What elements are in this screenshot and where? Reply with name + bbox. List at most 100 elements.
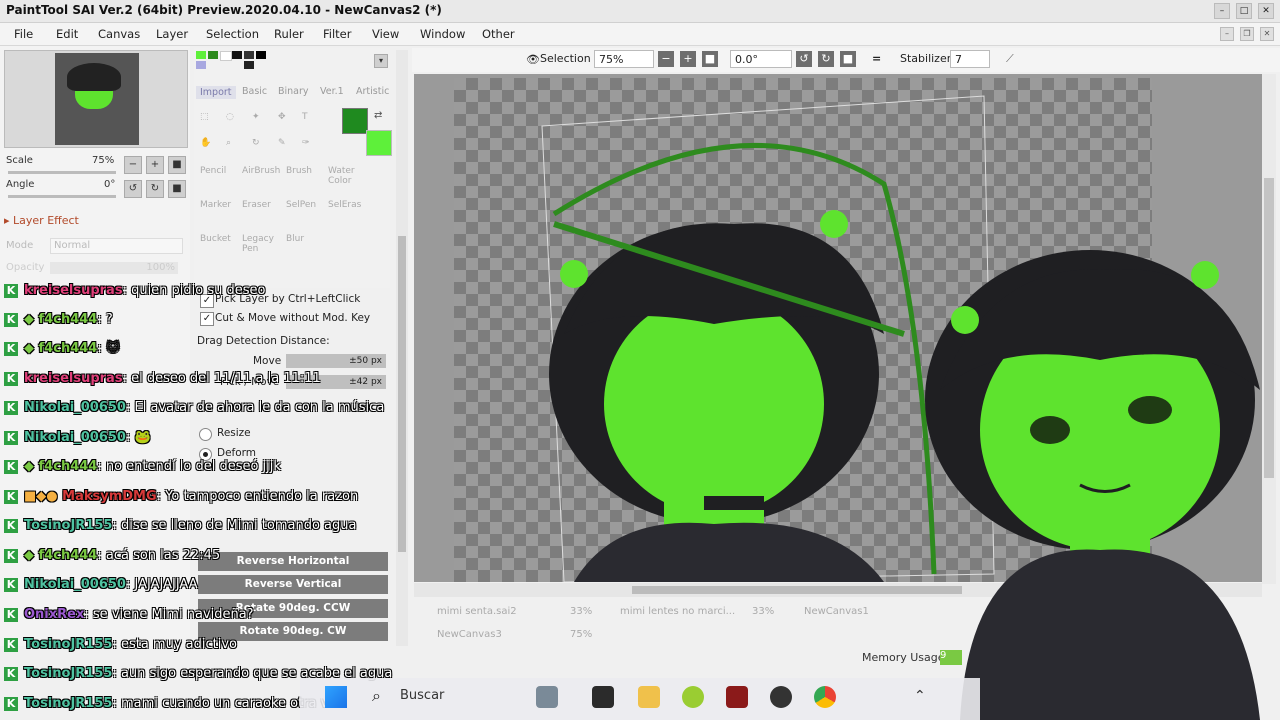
eyedropper-icon[interactable]: ✎ bbox=[278, 138, 286, 148]
taskbar-search[interactable]: Buscar bbox=[400, 688, 444, 703]
zoom-in-button[interactable]: + bbox=[146, 156, 164, 174]
menu-filter[interactable]: Filter bbox=[323, 27, 351, 41]
menu-canvas[interactable]: Canvas bbox=[98, 27, 140, 41]
text-tool-icon[interactable]: T bbox=[302, 112, 308, 122]
swatch-black-2[interactable] bbox=[256, 51, 266, 59]
pen-pressure-icon[interactable]: ⟋ bbox=[1006, 52, 1014, 66]
rotate-tool-icon[interactable]: ↻ bbox=[252, 138, 260, 148]
swatch-white[interactable] bbox=[220, 51, 232, 61]
pen-tool-icon[interactable]: ✑ bbox=[302, 138, 310, 148]
selection-eye-icon[interactable]: 👁 bbox=[526, 53, 540, 66]
swatch-dark[interactable] bbox=[244, 61, 254, 69]
canvas-minimize-icon[interactable]: – bbox=[1220, 27, 1234, 41]
zoom-tool-icon[interactable]: ⌕ bbox=[226, 138, 231, 148]
swatch-dark-green[interactable] bbox=[208, 51, 218, 59]
zoom-reset-button[interactable]: ■ bbox=[168, 156, 186, 174]
angle-slider[interactable] bbox=[8, 195, 116, 198]
rotate-left-button[interactable]: ↺ bbox=[124, 180, 142, 198]
maximize-icon[interactable]: □ bbox=[1236, 3, 1252, 19]
swatch-black[interactable] bbox=[232, 51, 242, 59]
file-tab-mimi-lentes[interactable]: mimi lentes no marci... bbox=[620, 606, 735, 617]
minimize-icon[interactable]: – bbox=[1214, 3, 1230, 19]
canvas-restore-icon[interactable]: ❐ bbox=[1240, 27, 1254, 41]
zoom-out-button[interactable]: − bbox=[124, 156, 142, 174]
app-icon[interactable] bbox=[726, 686, 748, 708]
menu-layer[interactable]: Layer bbox=[156, 27, 188, 41]
canvas-close-icon[interactable]: ✕ bbox=[1260, 27, 1274, 41]
stabilizer-select[interactable]: 7 bbox=[950, 50, 990, 68]
zoom-select[interactable]: 75% bbox=[594, 50, 654, 68]
tool-bucket[interactable]: Bucket bbox=[200, 234, 231, 244]
close-icon[interactable]: ✕ bbox=[1258, 3, 1274, 19]
menu-file[interactable]: File bbox=[14, 27, 33, 41]
magic-wand-icon[interactable]: ✦ bbox=[252, 112, 260, 122]
tab-basic[interactable]: Basic bbox=[242, 86, 267, 97]
rotate-right-button[interactable]: ↻ bbox=[146, 180, 164, 198]
tray-chevron-icon[interactable]: ⌃ bbox=[914, 688, 926, 704]
thumbnail-hair bbox=[67, 63, 121, 91]
toolbar-zoom-reset-button[interactable]: ■ bbox=[702, 51, 718, 67]
file-explorer-icon[interactable] bbox=[638, 686, 660, 708]
palette-menu-icon[interactable]: ▾ bbox=[374, 54, 388, 68]
weather-widget-icon[interactable] bbox=[536, 686, 558, 708]
file-tab-mimi-senta[interactable]: mimi senta.sai2 bbox=[437, 606, 517, 617]
windows-start-icon[interactable] bbox=[325, 686, 347, 708]
toolbar-zoom-out-button[interactable]: − bbox=[658, 51, 674, 67]
hand-icon[interactable]: ✋ bbox=[200, 138, 211, 148]
menu-other[interactable]: Other bbox=[482, 27, 515, 41]
menu-ruler[interactable]: Ruler bbox=[274, 27, 304, 41]
reverse-vertical-button[interactable]: Reverse Vertical bbox=[198, 575, 388, 594]
reverse-horizontal-button[interactable]: Reverse Horizontal bbox=[198, 552, 388, 571]
menu-selection[interactable]: Selection bbox=[206, 27, 259, 41]
menu-edit[interactable]: Edit bbox=[56, 27, 78, 41]
swatch-lavender[interactable] bbox=[196, 61, 206, 69]
task-view-icon[interactable] bbox=[592, 686, 614, 708]
cut-move-checkbox[interactable]: ✓ bbox=[200, 312, 214, 326]
swatch-green[interactable] bbox=[196, 51, 206, 59]
swatch-gray[interactable] bbox=[244, 51, 254, 59]
tool-watercolor[interactable]: Water Color bbox=[328, 166, 358, 186]
angle-select[interactable]: 0.0° bbox=[730, 50, 792, 68]
tab-binary[interactable]: Binary bbox=[278, 86, 309, 97]
move-tool-icon[interactable]: ✥ bbox=[278, 112, 286, 122]
resize-radio[interactable] bbox=[199, 428, 212, 441]
toolbar-rotate-reset-button[interactable]: ■ bbox=[840, 51, 856, 67]
painttool-sai-icon[interactable] bbox=[682, 686, 704, 708]
tool-airbrush[interactable]: AirBrush bbox=[242, 166, 280, 176]
select-rect-icon[interactable]: ⬚ bbox=[200, 112, 209, 122]
move-distance-slider[interactable]: ±50 px bbox=[286, 354, 386, 368]
tab-ver1[interactable]: Ver.1 bbox=[320, 86, 344, 97]
primary-color[interactable] bbox=[342, 108, 368, 134]
blend-mode-select[interactable]: Normal bbox=[50, 238, 183, 254]
file-tab-newcanvas3[interactable]: NewCanvas3 bbox=[437, 629, 502, 640]
search-icon[interactable]: ⌕ bbox=[372, 686, 381, 706]
menu-window[interactable]: Window bbox=[420, 27, 465, 41]
tool-selpen[interactable]: SelPen bbox=[286, 200, 316, 210]
toolbar-rotate-right-button[interactable]: ↻ bbox=[818, 51, 834, 67]
scale-slider[interactable] bbox=[8, 171, 116, 174]
tool-legacy-pen[interactable]: Legacy Pen bbox=[242, 234, 278, 254]
lasso-icon[interactable]: ◌ bbox=[226, 112, 234, 122]
tool-blur[interactable]: Blur bbox=[286, 234, 304, 244]
flip-icon[interactable]: = bbox=[872, 52, 881, 65]
tool-seleras[interactable]: SelEras bbox=[328, 200, 361, 210]
tool-brush[interactable]: Brush bbox=[286, 166, 312, 176]
swap-colors-icon[interactable]: ⇄ bbox=[374, 110, 382, 121]
tool-marker[interactable]: Marker bbox=[200, 200, 231, 210]
tool-pencil[interactable]: Pencil bbox=[200, 166, 226, 176]
tab-artistic[interactable]: Artistic bbox=[356, 86, 389, 97]
secondary-color[interactable] bbox=[366, 130, 392, 156]
opacity-slider[interactable]: 100% bbox=[50, 262, 178, 274]
tool-eraser[interactable]: Eraser bbox=[242, 200, 271, 210]
navigator-preview[interactable] bbox=[4, 50, 188, 148]
options-scroll-thumb[interactable] bbox=[398, 236, 406, 552]
file-tab-newcanvas1[interactable]: NewCanvas1 bbox=[804, 606, 869, 617]
obs-icon[interactable] bbox=[770, 686, 792, 708]
tab-import[interactable]: Import bbox=[196, 86, 236, 99]
menu-view[interactable]: View bbox=[372, 27, 399, 41]
toolbar-zoom-in-button[interactable]: + bbox=[680, 51, 696, 67]
rotate-reset-button[interactable]: ■ bbox=[168, 180, 186, 198]
layer-effect-header[interactable]: ▸ Layer Effect bbox=[4, 214, 79, 227]
toolbar-rotate-left-button[interactable]: ↺ bbox=[796, 51, 812, 67]
chrome-icon[interactable] bbox=[814, 686, 836, 708]
